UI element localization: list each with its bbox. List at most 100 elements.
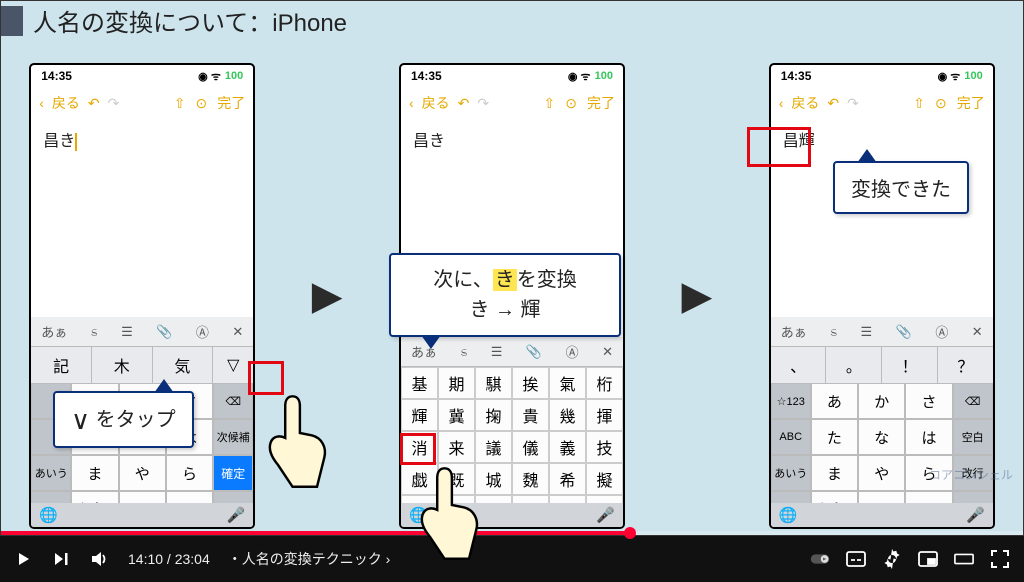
suggestion[interactable]: 気 — [153, 347, 214, 383]
kbd-tab[interactable]: あぁ — [779, 322, 809, 341]
key[interactable]: 空白 — [953, 419, 993, 455]
play-button[interactable] — [14, 549, 34, 569]
kanji-candidate[interactable]: 儀 — [512, 431, 549, 463]
suggestion[interactable]: ？ — [938, 347, 993, 383]
fullscreen-button[interactable] — [990, 549, 1010, 569]
kbd-tab[interactable]: ✕ — [970, 324, 985, 340]
kanji-candidate[interactable]: 揮 — [586, 399, 623, 431]
kanji-candidate[interactable]: 挨 — [512, 367, 549, 399]
kanji-candidate[interactable]: 議 — [475, 431, 512, 463]
key[interactable]: 次候補 — [213, 419, 253, 455]
kbd-tab[interactable]: ಽ — [89, 324, 100, 340]
volume-button[interactable] — [90, 549, 110, 569]
redo-icon[interactable]: ↷ — [847, 95, 859, 112]
kanji-candidate[interactable]: 掬 — [475, 399, 512, 431]
globe-icon[interactable]: 🌐 — [39, 506, 58, 524]
kanji-candidate[interactable]: 希 — [549, 463, 586, 495]
kbd-tab[interactable]: ☰ — [489, 344, 505, 360]
key[interactable]: ま — [811, 455, 858, 491]
kanji-candidate[interactable]: 騏 — [475, 367, 512, 399]
kbd-tab[interactable]: 📎 — [894, 324, 914, 340]
done-label[interactable]: 完了 — [957, 93, 985, 113]
undo-icon[interactable]: ↶ — [827, 95, 839, 112]
suggestion[interactable]: 、 — [771, 347, 827, 383]
globe-icon[interactable]: 🌐 — [779, 506, 798, 524]
back-chevron-icon[interactable]: ‹ — [409, 95, 414, 111]
key[interactable]: あ — [811, 383, 858, 419]
kanji-candidate[interactable]: 義 — [549, 431, 586, 463]
key[interactable]: ABC — [771, 419, 811, 455]
kbd-tab[interactable]: ☰ — [119, 324, 135, 340]
share-icon[interactable]: ⇧ — [913, 95, 925, 112]
key[interactable]: た — [811, 419, 858, 455]
theater-button[interactable] — [954, 549, 974, 569]
key[interactable]: は — [905, 419, 952, 455]
back-chevron-icon[interactable]: ‹ — [39, 95, 44, 111]
kbd-tab[interactable]: ಽ — [828, 324, 839, 340]
done-label[interactable]: 完了 — [217, 93, 245, 113]
key[interactable]: や — [119, 455, 166, 491]
redo-icon[interactable]: ↷ — [477, 95, 489, 112]
suggestion[interactable]: 。 — [826, 347, 882, 383]
mic-icon[interactable]: 🎤 — [966, 506, 985, 524]
progress-knob[interactable] — [624, 527, 636, 539]
kbd-tab[interactable]: 📎 — [524, 344, 544, 360]
share-icon[interactable]: ⇧ — [544, 95, 556, 112]
kbd-tab[interactable]: 📎 — [154, 324, 174, 340]
key[interactable]: ☆123 — [771, 383, 811, 419]
kanji-candidate[interactable]: 貴 — [512, 399, 549, 431]
kanji-candidate[interactable]: 基 — [401, 367, 438, 399]
settings-button[interactable] — [882, 549, 902, 569]
share-icon[interactable]: ⇧ — [174, 95, 186, 112]
key[interactable]: あいう — [771, 455, 811, 491]
back-label[interactable]: 戻る — [791, 93, 819, 113]
more-icon[interactable]: ⊙ — [565, 95, 577, 112]
kbd-tab[interactable]: Ⓐ — [933, 322, 950, 341]
key[interactable]: ⌫ — [953, 383, 993, 419]
back-chevron-icon[interactable]: ‹ — [779, 95, 784, 111]
mic-icon[interactable]: 🎤 — [227, 506, 246, 524]
kbd-tab[interactable]: ✕ — [600, 344, 615, 360]
captions-button[interactable] — [846, 549, 866, 569]
key[interactable]: 確定 — [213, 455, 253, 491]
autoplay-toggle[interactable] — [810, 549, 830, 569]
kbd-tab[interactable]: Ⓐ — [194, 322, 211, 341]
kbd-tab[interactable]: ಽ — [458, 344, 469, 360]
kanji-candidate[interactable]: 幾 — [549, 399, 586, 431]
kanji-candidate[interactable]: 技 — [586, 431, 623, 463]
kanji-candidate[interactable]: 桁 — [586, 367, 623, 399]
key[interactable]: ま — [71, 455, 118, 491]
key[interactable]: あいう — [31, 455, 71, 491]
key[interactable]: さ — [905, 383, 952, 419]
back-label[interactable]: 戻る — [422, 93, 450, 113]
kanji-candidate[interactable]: 期 — [438, 367, 475, 399]
kanji-candidate[interactable]: 擬 — [586, 463, 623, 495]
kbd-tab[interactable]: Ⓐ — [564, 342, 581, 361]
undo-icon[interactable]: ↶ — [88, 95, 100, 112]
kanji-candidate[interactable]: 来 — [438, 431, 475, 463]
key[interactable]: や — [858, 455, 905, 491]
next-button[interactable] — [52, 549, 72, 569]
key[interactable]: ら — [166, 455, 213, 491]
kanji-candidate[interactable]: 輝 — [401, 399, 438, 431]
key[interactable]: な — [858, 419, 905, 455]
more-icon[interactable]: ⊙ — [196, 95, 208, 112]
suggestion[interactable]: 記 — [31, 347, 92, 383]
back-label[interactable]: 戻る — [52, 93, 80, 113]
done-label[interactable]: 完了 — [587, 93, 615, 113]
redo-icon[interactable]: ↷ — [108, 95, 120, 112]
mic-icon[interactable]: 🎤 — [596, 506, 615, 524]
kbd-tab[interactable]: ✕ — [230, 324, 245, 340]
chapter-label[interactable]: ・人名の変換テクニック › — [228, 549, 391, 569]
progress-bar[interactable] — [1, 531, 1023, 535]
kbd-tab[interactable]: ☰ — [859, 324, 875, 340]
kanji-candidate[interactable]: 魏 — [512, 463, 549, 495]
key[interactable]: か — [858, 383, 905, 419]
kbd-tab[interactable]: あぁ — [39, 322, 69, 341]
miniplayer-button[interactable] — [918, 549, 938, 569]
suggestion[interactable]: ！ — [882, 347, 938, 383]
kanji-candidate[interactable]: 氣 — [549, 367, 586, 399]
more-icon[interactable]: ⊙ — [935, 95, 947, 112]
kanji-candidate[interactable]: 冀 — [438, 399, 475, 431]
suggestion[interactable]: 木 — [92, 347, 153, 383]
